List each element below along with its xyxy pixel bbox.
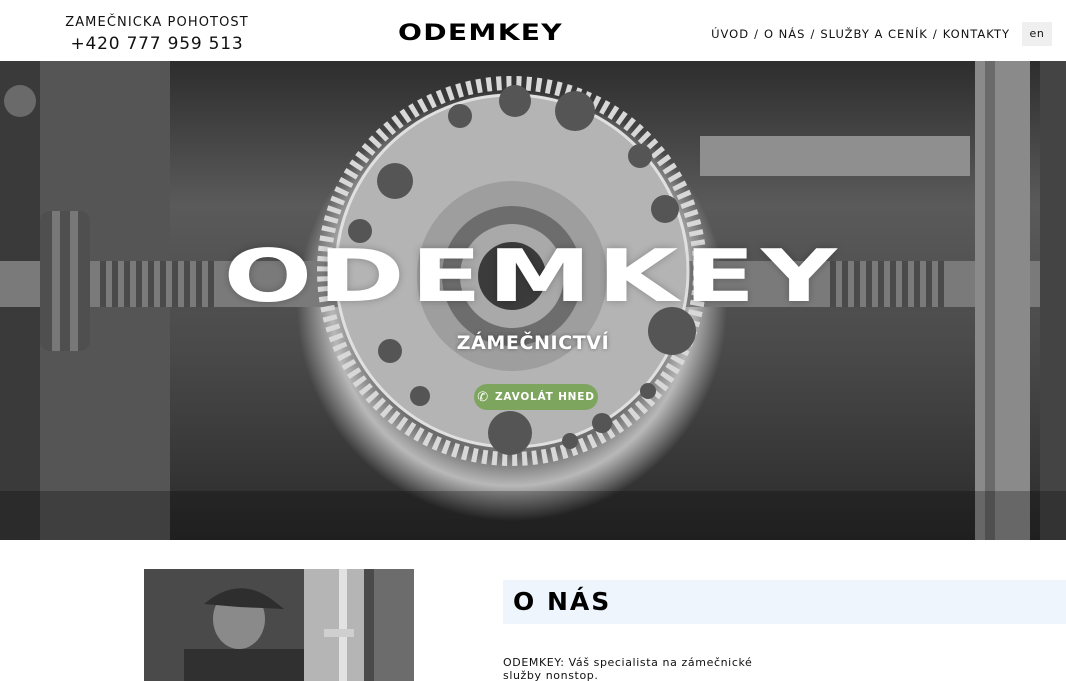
hero-banner: ODEMKEY ZÁMEČNICTVÍ ✆ ZAVOLÁT HNED [0,61,1066,540]
phone-icon: ✆ [477,389,489,405]
nav-separator: / [754,27,759,41]
site-logo[interactable]: ODEMKEY [398,21,563,46]
site-header: ZAMEČNICKA POHOTOST +420 777 959 513 ODE… [0,0,1066,61]
emergency-label: ZAMEČNICKA POHOTOST [65,15,249,30]
nav-item-o-nas[interactable]: O NÁS [764,27,805,41]
emergency-contact: ZAMEČNICKA POHOTOST +420 777 959 513 [64,15,250,55]
call-now-label: ZAVOLÁT HNED [494,391,595,403]
locksmith-photo [144,569,414,681]
hero-subtitle: ZÁMEČNICTVÍ [456,332,610,354]
about-heading-box: O NÁS [503,580,1066,624]
language-switch[interactable]: en [1022,22,1052,46]
about-heading: O NÁS [513,587,612,616]
phone-number-link[interactable]: +420 777 959 513 [64,33,250,55]
nav-separator: / [810,27,816,41]
hero-title: ODEMKEY [223,234,843,318]
nav-item-sluzby-a-cenik[interactable]: SLUŽBY A CENÍK [820,27,928,41]
call-now-button[interactable]: ✆ ZAVOLÁT HNED [474,384,598,410]
nav-item-kontakty[interactable]: KONTAKTY [943,27,1010,41]
about-text: ODEMKEY: Váš specialista na zámečnické s… [503,656,753,681]
locksmith-illustration [144,569,414,681]
nav-separator: / [932,27,938,41]
nav-item-uvod[interactable]: ÚVOD [711,27,749,41]
main-nav: ÚVOD / O NÁS / SLUŽBY A CENÍK / KONTAKTY [711,27,1010,41]
